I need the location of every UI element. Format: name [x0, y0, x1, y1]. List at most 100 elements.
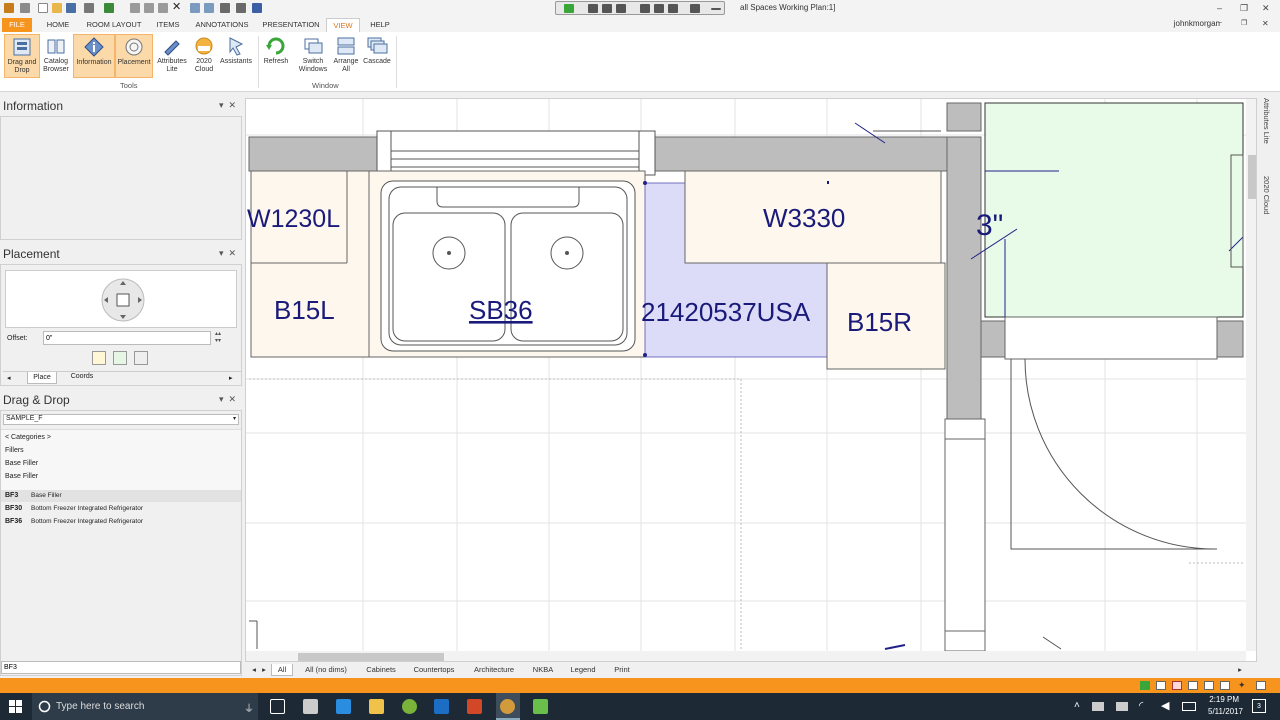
notifications-icon[interactable]: 3	[1252, 699, 1266, 713]
scrollbar-thumb[interactable]	[1248, 155, 1256, 199]
offset-input[interactable]	[43, 331, 211, 345]
pen-icon[interactable]	[690, 4, 700, 13]
save-icon[interactable]	[66, 3, 76, 13]
wall-stub[interactable]	[946, 102, 982, 132]
phone-icon[interactable]	[654, 4, 664, 13]
place-right-icon[interactable]	[113, 351, 127, 365]
tab-file[interactable]: FILE	[2, 18, 32, 32]
tab-scroll-right-icon[interactable]: ▸	[229, 374, 233, 382]
list-item[interactable]: Base Filler	[5, 460, 38, 467]
wand-icon[interactable]: ✦	[1238, 680, 1246, 691]
door-swing[interactable]	[1010, 358, 1217, 550]
table-row[interactable]: BF36 Bottom Freezer Integrated Refrigera…	[1, 516, 241, 528]
window-icon[interactable]	[616, 4, 626, 13]
snap-icon[interactable]	[1172, 681, 1182, 690]
dims-icon[interactable]	[1220, 681, 1230, 690]
new-file-icon[interactable]	[38, 3, 48, 13]
restore-doc-icon[interactable]: ❐	[1241, 19, 1247, 27]
tab-room-layout[interactable]: ROOM LAYOUT	[82, 18, 146, 32]
table-row[interactable]: BF30 Bottom Freezer Integrated Refrigera…	[1, 503, 241, 515]
app-tray-icon[interactable]	[1116, 702, 1128, 711]
list-item[interactable]: Base Filler	[5, 473, 38, 480]
status-icon[interactable]	[1140, 681, 1150, 690]
grid-toggle-icon[interactable]	[1156, 681, 1166, 690]
cut-icon[interactable]	[130, 3, 140, 13]
wall-right[interactable]	[946, 136, 982, 420]
close-doc-icon[interactable]: ✕	[1262, 19, 1269, 28]
ortho-icon[interactable]	[1188, 681, 1198, 690]
wifi-icon[interactable]: ◜	[1139, 699, 1143, 712]
scrollbar-thumb[interactable]	[298, 653, 444, 661]
panel-controls[interactable]: ▾ ✕	[219, 394, 236, 405]
tab-home[interactable]: HOME	[40, 18, 76, 32]
app-w-icon[interactable]	[402, 699, 417, 714]
offset-stepper[interactable]: ▴▴ ▾▾	[215, 331, 221, 345]
tab-scroll-left-icon[interactable]: ◂	[7, 374, 11, 382]
taskbar-search[interactable]: Type here to search ⏚	[32, 693, 258, 720]
attributes-lite-button[interactable]: Attributes Lite	[154, 34, 190, 78]
tab-view[interactable]: VIEW	[326, 18, 360, 32]
search-input[interactable]	[1, 661, 241, 674]
direction-pad-icon[interactable]	[100, 277, 146, 323]
design-app-icon[interactable]	[500, 699, 515, 714]
tab-items[interactable]: ITEMS	[152, 18, 184, 32]
powerpoint-icon[interactable]	[467, 699, 482, 714]
refresh-button[interactable]: Refresh	[261, 34, 291, 78]
cube-3d-icon[interactable]	[252, 3, 262, 13]
cascade-button[interactable]: Cascade	[362, 34, 392, 78]
attributes-lite-tab[interactable]: Attributes Lite	[1262, 98, 1271, 144]
microphone-icon[interactable]	[668, 4, 678, 13]
horizontal-scrollbar[interactable]	[246, 651, 1246, 661]
drag-drop-button[interactable]: Drag and Drop	[4, 34, 40, 78]
panel-controls[interactable]: ▾ ✕	[219, 100, 236, 111]
volume-icon[interactable]: ◀	[1161, 699, 1169, 712]
assistants-button[interactable]: Assistants	[218, 34, 254, 78]
outlook-icon[interactable]	[434, 699, 449, 714]
close-icon[interactable]: ✕	[1262, 3, 1270, 14]
tab-coords[interactable]: Coords	[65, 373, 99, 380]
adjacent-room[interactable]	[984, 102, 1244, 318]
store-icon[interactable]	[303, 699, 318, 714]
microphone-icon[interactable]: ⏚	[244, 700, 254, 715]
door-jamb[interactable]	[944, 630, 986, 652]
layers-icon[interactable]	[1204, 681, 1214, 690]
network-icon[interactable]	[1092, 702, 1104, 711]
minimize-icon[interactable]: –	[1217, 3, 1222, 13]
tab-place[interactable]: Place	[27, 372, 57, 384]
table-row[interactable]: BF3 Base Filler	[1, 490, 241, 502]
placement-button[interactable]: Placement	[115, 34, 153, 78]
minimize-doc-icon[interactable]: –	[1218, 19, 1222, 26]
tab-nkba[interactable]: NKBA	[527, 664, 559, 676]
undo-icon[interactable]	[104, 3, 114, 13]
zoom-icon[interactable]	[220, 3, 230, 13]
panel-controls[interactable]: ▾ ✕	[219, 248, 236, 259]
tab-help[interactable]: HELP	[366, 18, 394, 32]
door-header[interactable]	[1004, 316, 1218, 360]
edge-icon[interactable]	[336, 699, 351, 714]
back-icon[interactable]	[564, 4, 574, 13]
chevron-up-icon[interactable]: ˄	[1074, 700, 1080, 711]
zoom-window-icon[interactable]	[236, 3, 246, 13]
keyboard-icon[interactable]	[1182, 702, 1196, 711]
print-icon[interactable]	[84, 3, 94, 13]
delete-icon[interactable]: ✕	[172, 0, 182, 13]
tab-legend[interactable]: Legend	[563, 664, 603, 676]
window-frame[interactable]	[376, 130, 656, 176]
file-explorer-icon[interactable]	[369, 699, 384, 714]
chat-app-icon[interactable]	[533, 699, 548, 714]
vertical-scrollbar[interactable]	[1246, 99, 1256, 651]
place-copy-icon[interactable]	[134, 351, 148, 365]
tab-architecture[interactable]: Architecture	[467, 664, 521, 676]
switch-windows-button[interactable]: Switch Windows	[296, 34, 330, 78]
door-jamb[interactable]	[944, 418, 986, 440]
task-view-icon[interactable]	[270, 699, 285, 714]
drawing-canvas[interactable]: W1230L B15L SB36 W3330 21420537USA B15R …	[245, 98, 1257, 662]
tab-all-no-dims[interactable]: All (no dims)	[299, 664, 353, 676]
lock-icon[interactable]	[20, 3, 30, 13]
zoom-extents-icon[interactable]	[1256, 681, 1266, 690]
tab-scroll-right-icon[interactable]: ▸	[1235, 664, 1245, 676]
copy-icon[interactable]	[144, 3, 154, 13]
floor-plan[interactable]: W1230L B15L SB36 W3330 21420537USA B15R …	[246, 99, 1257, 662]
cloud-button[interactable]: 2020 Cloud	[190, 34, 218, 78]
restore-icon[interactable]: ❐	[1240, 3, 1248, 14]
